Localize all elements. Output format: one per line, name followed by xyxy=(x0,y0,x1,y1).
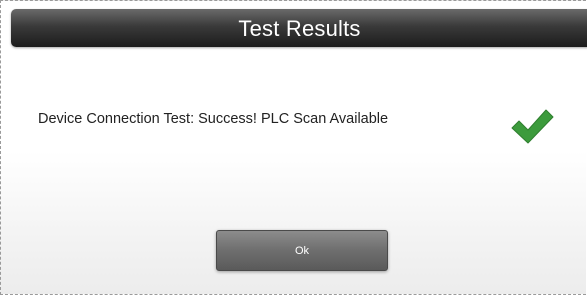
dialog-title: Test Results xyxy=(238,16,361,41)
ok-button[interactable]: Ok xyxy=(216,230,388,271)
test-result-message: Device Connection Test: Success! PLC Sca… xyxy=(38,111,389,127)
dialog-title-bar: Test Results xyxy=(11,9,587,47)
ok-button-label: Ok xyxy=(294,244,310,257)
test-results-dialog: Test Results Device Connection Test: Suc… xyxy=(0,0,587,295)
check-icon xyxy=(511,109,554,144)
